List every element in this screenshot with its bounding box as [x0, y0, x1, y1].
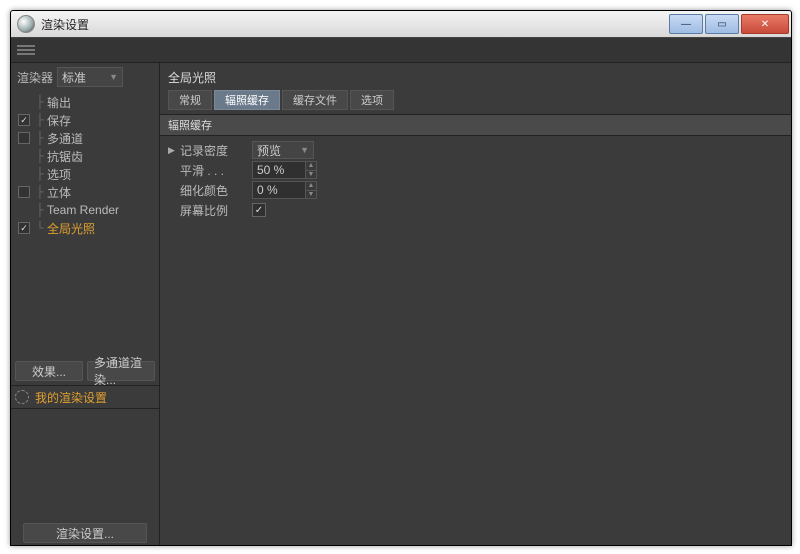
record-density-select[interactable]: 预览 ▼ — [252, 141, 314, 159]
sidebar-item-stereo[interactable]: ├ 立体 — [11, 183, 159, 201]
maximize-button[interactable]: ▭ — [705, 14, 739, 34]
color-refine-spinner[interactable]: ▲▼ — [306, 181, 317, 199]
titlebar[interactable]: 渲染设置 — ▭ ✕ — [11, 11, 791, 38]
checkbox-gi[interactable]: ✓ — [18, 222, 30, 234]
render-settings-button[interactable]: 渲染设置... — [23, 523, 147, 543]
chevron-down-icon: ▼ — [300, 145, 309, 155]
sidebar-item-output[interactable]: ├ 输出 — [11, 93, 159, 111]
tab-general[interactable]: 常规 — [168, 90, 212, 110]
param-color-refine: 细化颜色 0 % ▲▼ — [168, 180, 783, 200]
checkbox-multipass[interactable] — [18, 132, 30, 144]
tab-irradiance-cache[interactable]: 辐照缓存 — [214, 90, 280, 110]
color-refine-input[interactable]: 0 % — [252, 181, 306, 199]
sidebar-item-global-illumination[interactable]: ✓ └ 全局光照 — [11, 219, 159, 237]
preset-row[interactable]: 我的渲染设置 — [11, 385, 159, 409]
sidebar-tree: ├ 输出 ✓ ├ 保存 ├ 多通道 ├ 抗锯齿 ├ — [11, 93, 159, 237]
screen-ratio-checkbox[interactable]: ✓ — [252, 203, 266, 217]
param-record-density: ▶ 记录密度 预览 ▼ — [168, 140, 783, 160]
app-icon — [17, 15, 35, 33]
tab-row: 常规 辐照缓存 缓存文件 选项 — [160, 90, 791, 114]
panel-title: 全局光照 — [160, 63, 791, 90]
menu-icon[interactable] — [17, 45, 35, 55]
sidebar-item-options[interactable]: ├ 选项 — [11, 165, 159, 183]
main-panel: 全局光照 常规 辐照缓存 缓存文件 选项 辐照缓存 ▶ 记录密度 预览 ▼ — [160, 63, 791, 546]
toolbar — [11, 38, 791, 63]
preset-icon — [15, 390, 29, 404]
expand-icon[interactable]: ▶ — [168, 145, 180, 156]
renderer-label: 渲染器 — [17, 69, 53, 86]
sidebar-item-multipass[interactable]: ├ 多通道 — [11, 129, 159, 147]
param-screen-ratio: 屏幕比例 ✓ — [168, 200, 783, 220]
sidebar-item-team-render[interactable]: ├ Team Render — [11, 201, 159, 219]
sidebar: 渲染器 标准 ▼ ├ 输出 ✓ ├ 保存 ├ — [11, 63, 160, 546]
window-title: 渲染设置 — [41, 16, 667, 33]
chevron-down-icon: ▼ — [109, 72, 118, 82]
tab-cache-files[interactable]: 缓存文件 — [282, 90, 348, 110]
smooth-input[interactable]: 50 % — [252, 161, 306, 179]
checkbox-stereo[interactable] — [18, 186, 30, 198]
renderer-select[interactable]: 标准 ▼ — [57, 67, 123, 87]
sidebar-item-antialias[interactable]: ├ 抗锯齿 — [11, 147, 159, 165]
section-header: 辐照缓存 — [160, 114, 791, 136]
checkbox-save[interactable]: ✓ — [18, 114, 30, 126]
smooth-spinner[interactable]: ▲▼ — [306, 161, 317, 179]
minimize-button[interactable]: — — [669, 14, 703, 34]
render-settings-window: 渲染设置 — ▭ ✕ 渲染器 标准 ▼ ├ 输出 — [10, 10, 792, 546]
tab-options[interactable]: 选项 — [350, 90, 394, 110]
close-button[interactable]: ✕ — [741, 14, 789, 34]
sidebar-item-save[interactable]: ✓ ├ 保存 — [11, 111, 159, 129]
param-smooth: 平滑 . . . 50 % ▲▼ — [168, 160, 783, 180]
multipass-render-button[interactable]: 多通道渲染... — [87, 361, 155, 381]
effects-button[interactable]: 效果... — [15, 361, 83, 381]
parameters: ▶ 记录密度 预览 ▼ 平滑 . . . 50 % ▲▼ 细化颜色 — [160, 136, 791, 224]
